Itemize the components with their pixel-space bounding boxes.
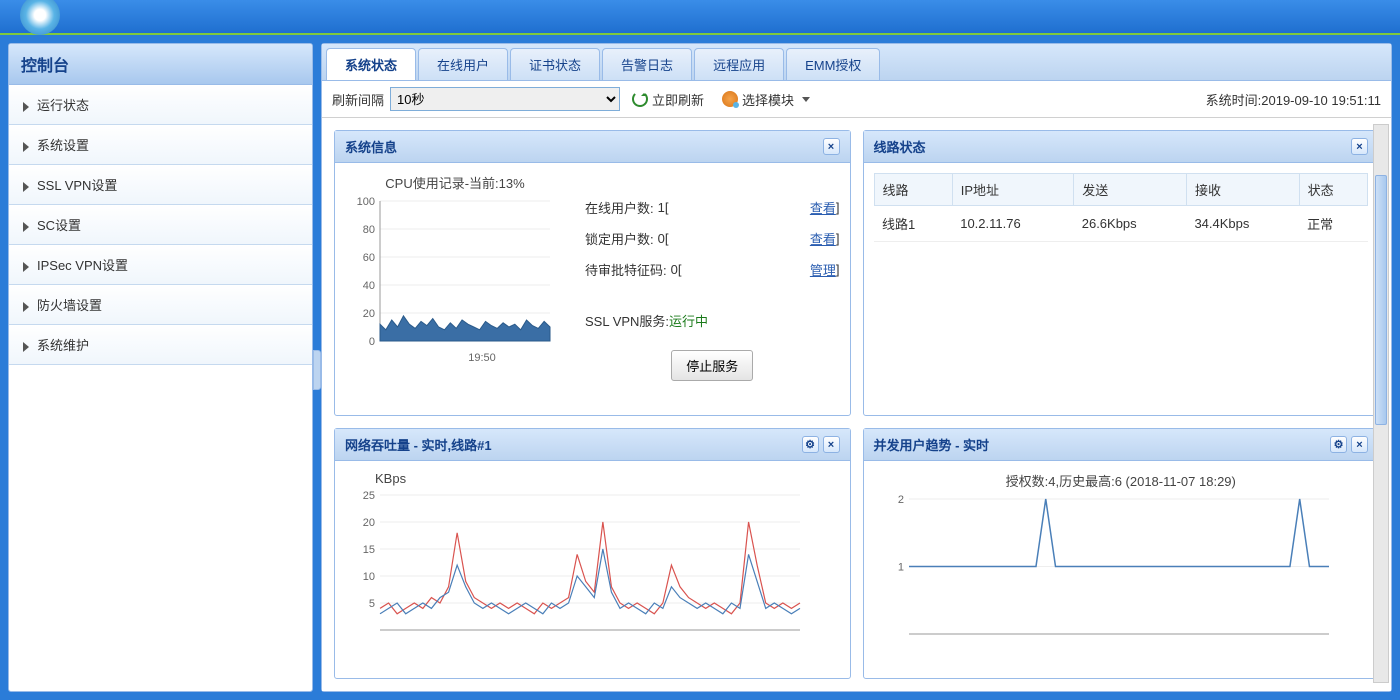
svg-text:15: 15 (363, 544, 375, 556)
close-icon[interactable]: × (823, 436, 840, 453)
nav-item-1[interactable]: 系统设置 (9, 125, 312, 165)
users-subtitle: 授权数:4,历史最高:6 (2018-11-07 18:29) (874, 471, 1369, 490)
cpu-chart: 0 20 40 60 80 100 19:50 (345, 196, 555, 366)
throughput-unit: KBps (375, 471, 840, 486)
svg-text:2: 2 (897, 494, 903, 506)
triangle-right-icon (23, 142, 29, 152)
svg-text:19:50: 19:50 (468, 352, 496, 364)
triangle-right-icon (23, 102, 29, 112)
svg-text:20: 20 (363, 308, 375, 320)
nav-item-6[interactable]: 系统维护 (9, 325, 312, 365)
tab-bar: 系统状态在线用户证书状态告警日志远程应用EMM授权 (322, 44, 1391, 81)
panel-throughput: 网络吞吐量 - 实时,线路#1 ⚙ × KBps 5 10 15 20 25 (334, 428, 851, 679)
tab-3[interactable]: 告警日志 (602, 48, 692, 80)
svg-text:10: 10 (363, 571, 375, 583)
select-module-button[interactable]: 选择模块 (716, 88, 816, 111)
gear-icon[interactable]: ⚙ (1330, 436, 1347, 453)
chevron-down-icon (802, 97, 810, 102)
users-chart: 12 (874, 494, 1334, 644)
tab-2[interactable]: 证书状态 (510, 48, 600, 80)
tab-0[interactable]: 系统状态 (326, 48, 416, 80)
triangle-right-icon (23, 222, 29, 232)
manage-codes-link[interactable]: 管理 (810, 260, 836, 279)
sidebar-collapse-handle[interactable] (313, 350, 321, 390)
throughput-chart: 5 10 15 20 25 (345, 490, 805, 640)
refresh-interval-label: 刷新间隔 (332, 90, 384, 109)
nav-item-5[interactable]: 防火墙设置 (9, 285, 312, 325)
view-online-users-link[interactable]: 查看 (810, 198, 836, 217)
service-status-row: SSL VPN服务:运行中 (585, 311, 840, 330)
panel-throughput-title: 网络吞吐量 - 实时,线路#1 (345, 435, 492, 454)
panel-users-title: 并发用户趋势 - 实时 (874, 435, 990, 454)
close-icon[interactable]: × (1351, 138, 1368, 155)
gear-icon[interactable]: ⚙ (802, 436, 819, 453)
locked-users-row: 锁定用户数:0 [查看] (585, 229, 840, 248)
content-area: 系统状态在线用户证书状态告警日志远程应用EMM授权 刷新间隔 10秒 立即刷新 … (321, 43, 1392, 692)
view-locked-users-link[interactable]: 查看 (810, 229, 836, 248)
line-status-table: 线路IP地址发送接收状态 线路110.2.11.7626.6Kbps34.4Kb… (874, 173, 1369, 242)
scrollbar[interactable] (1373, 124, 1389, 683)
triangle-right-icon (23, 182, 29, 192)
toolbar: 刷新间隔 10秒 立即刷新 选择模块 系统时间:2019-09-10 19:51… (322, 81, 1391, 118)
refresh-now-button[interactable]: 立即刷新 (626, 88, 710, 111)
triangle-right-icon (23, 302, 29, 312)
refresh-interval-select[interactable]: 10秒 (390, 87, 620, 111)
system-time: 系统时间:2019-09-10 19:51:11 (1206, 90, 1381, 109)
nav-item-4[interactable]: IPSec VPN设置 (9, 245, 312, 285)
online-users-row: 在线用户数:1 [查看] (585, 198, 840, 217)
panel-line-status: 线路状态 × 线路IP地址发送接收状态 线路110.2.11.7626.6Kbp… (863, 130, 1380, 416)
panel-line-title: 线路状态 (874, 137, 926, 156)
tab-4[interactable]: 远程应用 (694, 48, 784, 80)
sidebar: 控制台 运行状态系统设置SSL VPN设置SC设置IPSec VPN设置防火墙设… (8, 43, 313, 692)
svg-text:40: 40 (363, 280, 375, 292)
nav-item-0[interactable]: 运行状态 (9, 85, 312, 125)
svg-text:5: 5 (369, 598, 375, 610)
stop-service-button[interactable]: 停止服务 (671, 350, 753, 381)
nav-item-3[interactable]: SC设置 (9, 205, 312, 245)
tab-1[interactable]: 在线用户 (418, 48, 508, 80)
logo-icon (20, 0, 60, 35)
svg-text:100: 100 (357, 196, 375, 208)
svg-text:1: 1 (897, 562, 903, 574)
tab-5[interactable]: EMM授权 (786, 48, 880, 80)
refresh-icon (632, 91, 648, 107)
sidebar-title: 控制台 (9, 44, 312, 85)
triangle-right-icon (23, 342, 29, 352)
svg-text:80: 80 (363, 224, 375, 236)
panel-concurrent-users: 并发用户趋势 - 实时 ⚙ × 授权数:4,历史最高:6 (2018-11-07… (863, 428, 1380, 679)
panel-sysinfo: 系统信息 × CPU使用记录-当前:13% 02040608010019:50 … (334, 130, 851, 416)
scrollbar-thumb[interactable] (1375, 175, 1387, 425)
triangle-right-icon (23, 262, 29, 272)
cpu-chart-title: CPU使用记录-当前:13% (345, 173, 565, 192)
module-icon (722, 91, 738, 107)
close-icon[interactable]: × (1351, 436, 1368, 453)
panel-sysinfo-title: 系统信息 (345, 137, 397, 156)
svg-text:20: 20 (363, 517, 375, 529)
svg-text:25: 25 (363, 490, 375, 502)
pending-codes-row: 待审批特征码:0 [管理] (585, 260, 840, 279)
nav-item-2[interactable]: SSL VPN设置 (9, 165, 312, 205)
svg-text:60: 60 (363, 252, 375, 264)
table-row: 线路110.2.11.7626.6Kbps34.4Kbps正常 (874, 206, 1368, 242)
svg-text:0: 0 (369, 336, 375, 348)
close-icon[interactable]: × (823, 138, 840, 155)
title-bar (0, 0, 1400, 35)
